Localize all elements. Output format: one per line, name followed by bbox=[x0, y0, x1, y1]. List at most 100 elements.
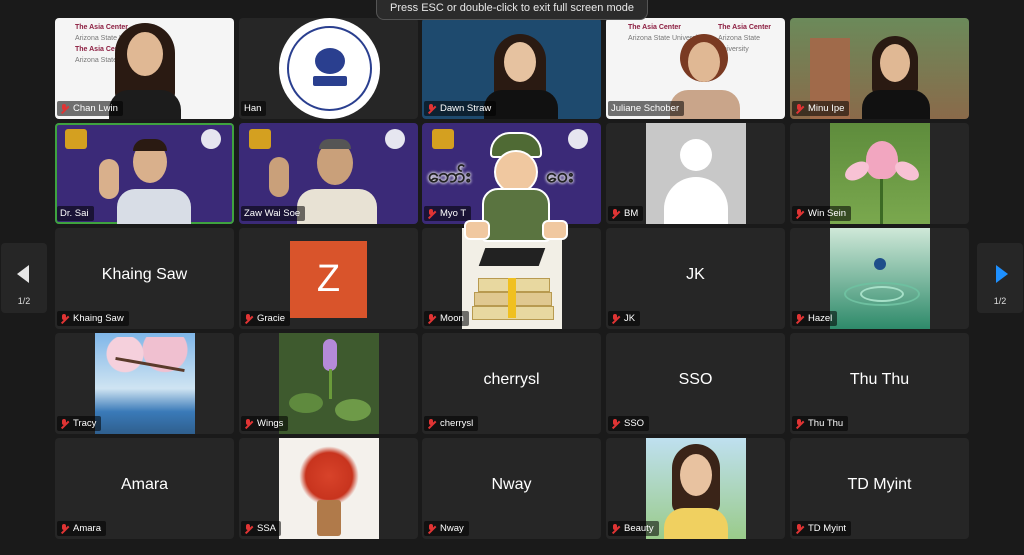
participant-name-label: Nway bbox=[424, 521, 469, 536]
water-hyacinth-image bbox=[279, 333, 379, 434]
mic-muted-icon bbox=[795, 523, 804, 534]
video-tile-chan-lwin[interactable]: The Asia Center Arizona State University … bbox=[55, 18, 234, 119]
video-tile-amara[interactable]: Amara Amara bbox=[55, 438, 234, 539]
participant-name-label: Chan Lwin bbox=[57, 101, 123, 116]
participant-name-label: Khaing Saw bbox=[57, 311, 129, 326]
mic-muted-icon bbox=[795, 418, 804, 429]
mic-muted-icon bbox=[244, 418, 253, 429]
cherry-blossom-image bbox=[95, 333, 195, 434]
participant-display-name: SSO bbox=[678, 371, 713, 388]
video-tile-moon[interactable]: Moon bbox=[422, 228, 601, 329]
participant-name-label: Hazel bbox=[792, 311, 838, 326]
page-indicator-left: 1/2 bbox=[17, 296, 31, 306]
video-tile-khaing-saw[interactable]: Khaing Saw Khaing Saw bbox=[55, 228, 234, 329]
mic-muted-icon bbox=[427, 313, 436, 324]
participant-display-name: TD Myint bbox=[847, 476, 912, 493]
avatar: Z bbox=[290, 241, 367, 318]
video-tile-wings[interactable]: Wings bbox=[239, 333, 418, 434]
participant-name-label: SSA bbox=[241, 521, 282, 536]
government-emblem bbox=[249, 129, 271, 149]
mic-muted-icon bbox=[795, 103, 804, 114]
video-tile-nway[interactable]: Nway Nway bbox=[422, 438, 601, 539]
mic-muted-icon bbox=[244, 313, 253, 324]
video-tile-dawn-straw[interactable]: Dawn Straw bbox=[422, 18, 601, 119]
participant-display-name: Amara bbox=[120, 476, 169, 493]
red-plant-image bbox=[279, 438, 379, 539]
participant-name-label: Dawn Straw bbox=[424, 101, 497, 116]
participant-display-name: Khaing Saw bbox=[101, 266, 188, 283]
portrait-image bbox=[646, 438, 746, 539]
mic-muted-icon bbox=[795, 208, 804, 219]
video-tile-juliane-schober[interactable]: The Asia Center Arizona State University … bbox=[606, 18, 785, 119]
video-tile-dr-sai[interactable]: Dr. Sai bbox=[55, 123, 234, 224]
chevron-right-icon bbox=[996, 265, 1008, 283]
sticker-text-left: ဘော်း bbox=[428, 165, 471, 187]
participant-name-label: Han bbox=[241, 101, 267, 116]
participant-name-label: Amara bbox=[57, 521, 106, 536]
participant-name-label: JK bbox=[608, 311, 641, 326]
participant-video bbox=[99, 137, 199, 224]
video-tile-cherrysl[interactable]: cherrysl cherrysl bbox=[422, 333, 601, 434]
participant-name-label: Wings bbox=[241, 416, 289, 431]
ministry-logo bbox=[201, 129, 221, 149]
default-avatar-icon bbox=[646, 123, 746, 224]
participant-name-label: Dr. Sai bbox=[57, 206, 94, 221]
video-gallery: The Asia Center Arizona State University … bbox=[55, 18, 970, 541]
video-tile-tracy[interactable]: Tracy bbox=[55, 333, 234, 434]
mic-muted-icon bbox=[427, 523, 436, 534]
participant-display-name: cherrysl bbox=[483, 371, 540, 388]
video-tile-minu-ipe[interactable]: Minu Ipe bbox=[790, 18, 969, 119]
video-tile-ssa[interactable]: SSA bbox=[239, 438, 418, 539]
participant-name-label: Win Sein bbox=[792, 206, 852, 221]
video-tile-hazel[interactable]: Hazel bbox=[790, 228, 969, 329]
next-page-button[interactable]: 1/2 bbox=[977, 243, 1023, 313]
mic-muted-icon bbox=[611, 208, 620, 219]
books-graduation-image bbox=[462, 228, 562, 329]
video-tile-bm[interactable]: BM bbox=[606, 123, 785, 224]
video-tile-sso[interactable]: SSO SSO bbox=[606, 333, 785, 434]
participant-display-name: Nway bbox=[491, 476, 532, 493]
mic-muted-icon bbox=[795, 313, 804, 324]
participant-name-label: TD Myint bbox=[792, 521, 851, 536]
ministry-of-education-logo bbox=[279, 18, 380, 119]
mic-muted-icon bbox=[60, 103, 69, 114]
video-tile-zaw-wai-soe[interactable]: Zaw Wai Soe bbox=[239, 123, 418, 224]
mic-muted-icon bbox=[611, 523, 620, 534]
video-tile-han[interactable]: Han bbox=[239, 18, 418, 119]
participant-name-label: BM bbox=[608, 206, 644, 221]
participant-name-label: Beauty bbox=[608, 521, 659, 536]
video-tile-win-sein[interactable]: Win Sein bbox=[790, 123, 969, 224]
mic-muted-icon bbox=[60, 523, 69, 534]
participant-name-label: Tracy bbox=[57, 416, 102, 431]
participant-name-label: Zaw Wai Soe bbox=[241, 206, 306, 221]
fullscreen-hint: Press ESC or double-click to exit full s… bbox=[376, 0, 648, 20]
participant-name-label: Moon bbox=[424, 311, 469, 326]
government-emblem bbox=[65, 129, 87, 149]
video-tile-beauty[interactable]: Beauty bbox=[606, 438, 785, 539]
mic-muted-icon bbox=[60, 313, 69, 324]
participant-name-label: Gracie bbox=[241, 311, 290, 326]
video-tile-jk[interactable]: JK JK bbox=[606, 228, 785, 329]
participant-display-name: JK bbox=[686, 266, 705, 283]
soldier-sticker: ဘော်း ဝေး bbox=[428, 132, 598, 242]
chevron-left-icon bbox=[17, 265, 29, 283]
video-tile-thu-thu[interactable]: Thu Thu Thu Thu bbox=[790, 333, 969, 434]
participant-name-label: Minu Ipe bbox=[792, 101, 850, 116]
participant-name-label: Thu Thu bbox=[792, 416, 849, 431]
video-tile-gracie[interactable]: Z Gracie bbox=[239, 228, 418, 329]
participant-video bbox=[858, 30, 938, 119]
participant-name-label: cherrysl bbox=[424, 416, 479, 431]
mic-muted-icon bbox=[60, 418, 69, 429]
water-drop-image bbox=[830, 228, 930, 329]
sticker-text-right: ဝေး bbox=[546, 165, 574, 187]
page-indicator-right: 1/2 bbox=[993, 296, 1007, 306]
video-tile-td-myint[interactable]: TD Myint TD Myint bbox=[790, 438, 969, 539]
mic-muted-icon bbox=[611, 313, 620, 324]
participant-display-name: Thu Thu bbox=[849, 371, 910, 388]
prev-page-button[interactable]: 1/2 bbox=[1, 243, 47, 313]
participant-name-label: SSO bbox=[608, 416, 650, 431]
mic-muted-icon bbox=[244, 523, 253, 534]
mic-muted-icon bbox=[427, 103, 436, 114]
mic-muted-icon bbox=[611, 418, 620, 429]
mic-muted-icon bbox=[427, 418, 436, 429]
